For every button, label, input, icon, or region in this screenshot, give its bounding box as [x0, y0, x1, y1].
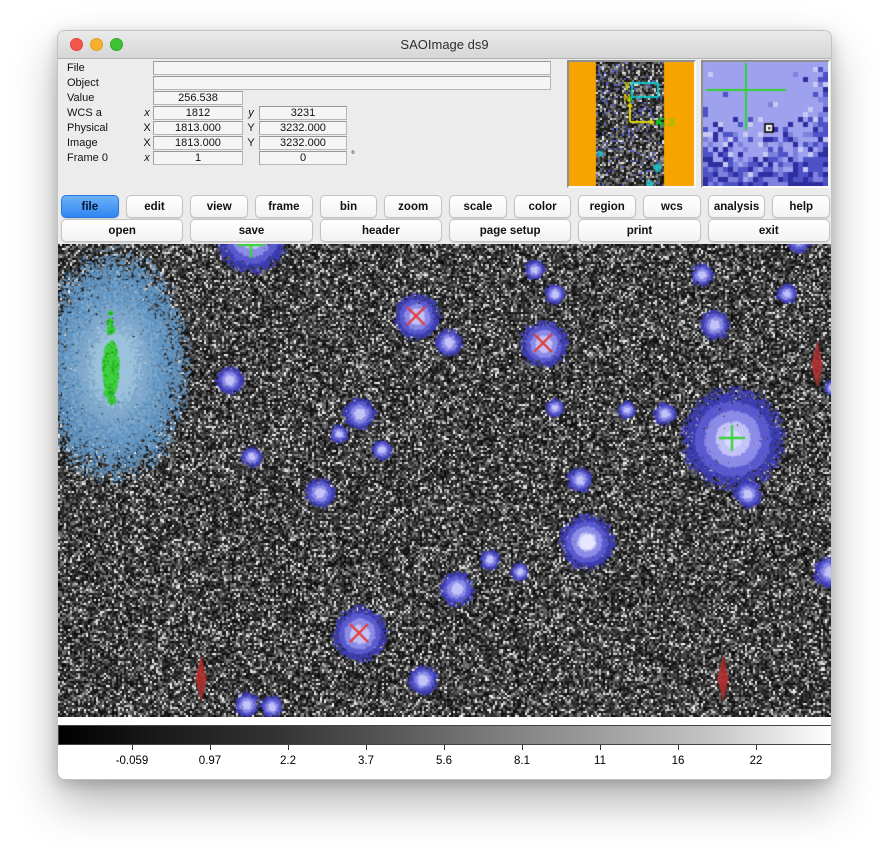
colorbar-tick [288, 745, 289, 750]
axis-label-image-1: X [141, 137, 153, 149]
info-label-value: Value [58, 92, 141, 104]
menu-view-button[interactable]: view [190, 195, 248, 218]
menu-print-button[interactable]: print [578, 219, 700, 242]
panner[interactable] [567, 60, 696, 188]
image-display[interactable] [58, 244, 832, 717]
info-row-object: Object [58, 75, 558, 90]
colorbar-tick-label: 5.6 [436, 755, 452, 767]
object-field[interactable] [153, 76, 551, 90]
colorbar-tick [678, 745, 679, 750]
menu-file-button[interactable]: file [61, 195, 119, 218]
image-x-field[interactable]: 1813.000 [153, 136, 243, 150]
info-row-frame-0: Frame 0x1 0 ° [58, 150, 558, 165]
magnifier-canvas[interactable] [703, 62, 828, 186]
info-label-wcs-a: WCS a [58, 107, 141, 119]
menu-analysis-button[interactable]: analysis [708, 195, 766, 218]
menu-open-button[interactable]: open [61, 219, 183, 242]
info-row-wcs-a: WCS ax1812y3231 [58, 105, 558, 120]
menu-zoom-button[interactable]: zoom [384, 195, 442, 218]
info-row-physical: PhysicalX1813.000Y3232.000 [58, 120, 558, 135]
menu-save-button[interactable]: save [190, 219, 312, 242]
window-title: SAOImage ds9 [58, 31, 831, 58]
menu-bin-button[interactable]: bin [320, 195, 378, 218]
colorbar-tick [366, 745, 367, 750]
degree-symbol: ° [351, 150, 355, 161]
menu-region-button[interactable]: region [578, 195, 636, 218]
colorbar-strip: -0.059 0.97 2.2 3.7 5.6 8.1 11 16 22 [58, 717, 832, 780]
colorbar-tick [600, 745, 601, 750]
colorbar-tick-label: 0.97 [199, 755, 221, 767]
menu-color-button[interactable]: color [514, 195, 572, 218]
menu-row-2: open save header page setup print exit [58, 217, 832, 242]
menu-help-button[interactable]: help [772, 195, 830, 218]
colorbar-tick [756, 745, 757, 750]
info-label-image: Image [58, 137, 141, 149]
axis-label-physical-2: Y [243, 122, 259, 134]
menu-header-button[interactable]: header [320, 219, 442, 242]
menu-row-1: file edit view frame binzoom scale color region… [58, 193, 832, 218]
menu-frame-button[interactable]: frame [255, 195, 313, 218]
title-bar[interactable]: SAOImage ds9 [58, 31, 831, 59]
value-field[interactable]: 256.538 [153, 91, 243, 105]
wcs-a-x-field[interactable]: 1812 [153, 106, 243, 120]
frame-0-y-field[interactable]: 0 [259, 151, 347, 165]
colorbar-tick-label: 16 [672, 755, 685, 767]
info-row-value: Value 256.538 [58, 90, 558, 105]
colorbar[interactable] [58, 725, 832, 745]
physical-y-field[interactable]: 3232.000 [259, 121, 347, 135]
info-row-image: ImageX1813.000Y3232.000 [58, 135, 558, 150]
info-label-frame-0: Frame 0 [58, 152, 141, 164]
colorbar-tick [132, 745, 133, 750]
physical-x-field[interactable]: 1813.000 [153, 121, 243, 135]
colorbar-tick-label: 11 [594, 755, 606, 767]
file-field[interactable] [153, 61, 551, 75]
colorbar-tick-label: 2.2 [280, 755, 296, 767]
info-label-file: File [58, 62, 141, 74]
colorbar-tick-label: 8.1 [514, 755, 530, 767]
axis-label-physical-1: X [141, 122, 153, 134]
info-label-object: Object [58, 77, 141, 89]
colorbar-tick [444, 745, 445, 750]
wcs-a-y-field[interactable]: 3231 [259, 106, 347, 120]
colorbar-tick-label: 22 [750, 755, 763, 767]
menu-page-setup-button[interactable]: page setup [449, 219, 571, 242]
axis-label-wcs-a-2: y [243, 107, 259, 119]
info-row-file: File [58, 60, 558, 75]
colorbar-tick [522, 745, 523, 750]
axis-label-image-2: Y [243, 137, 259, 149]
menu-wcs-button[interactable]: wcs [643, 195, 701, 218]
info-label-physical: Physical [58, 122, 141, 134]
axis-label-frame-0-1: x [141, 152, 153, 164]
colorbar-tick [210, 745, 211, 750]
ds9-window: SAOImage ds9 FileObjectValue256.538WCS a… [57, 30, 832, 780]
frame-0-x-field[interactable]: 1 [153, 151, 243, 165]
colorbar-tick-label: -0.059 [116, 755, 149, 767]
panner-canvas[interactable] [569, 62, 694, 186]
axis-label-wcs-a-1: x [141, 107, 153, 119]
info-panel: FileObjectValue256.538WCS ax1812y3231Phy… [58, 60, 558, 165]
image-y-field[interactable]: 3232.000 [259, 136, 347, 150]
magnifier[interactable] [701, 60, 830, 188]
colorbar-tick-label: 3.7 [358, 755, 374, 767]
menu-scale-button[interactable]: scale [449, 195, 507, 218]
menu-exit-button[interactable]: exit [708, 219, 830, 242]
menu-edit-button[interactable]: edit [126, 195, 184, 218]
